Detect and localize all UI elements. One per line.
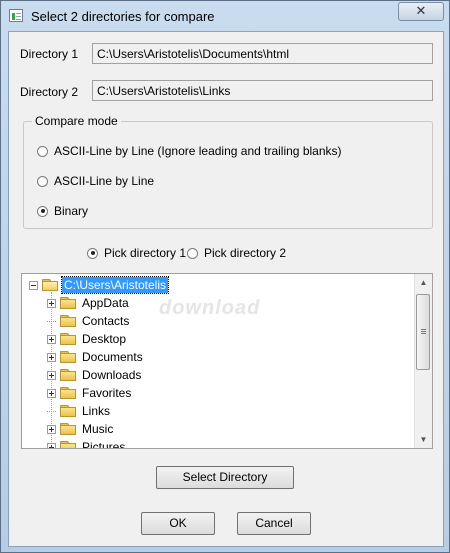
select-directory-button[interactable]: Select Directory <box>156 466 294 489</box>
title-bar[interactable]: Select 2 directories for compare ✕ <box>1 1 449 31</box>
tree-branch-line <box>47 317 56 326</box>
folder-icon <box>60 333 76 345</box>
expand-icon[interactable] <box>47 298 56 308</box>
expand-icon[interactable] <box>47 424 56 434</box>
tree-item-music[interactable]: Music <box>47 420 115 438</box>
tree-item-pictures[interactable]: Pictures <box>47 438 127 448</box>
radio-pick-directory-2[interactable]: Pick directory 2 <box>187 246 286 260</box>
radio-indicator <box>37 145 48 157</box>
folder-icon <box>60 405 76 417</box>
radio-pick-directory-1[interactable]: Pick directory 1 <box>87 246 186 260</box>
tree-item-label[interactable]: Desktop <box>80 331 128 347</box>
expand-icon[interactable] <box>47 334 56 344</box>
watermark: download <box>159 297 261 319</box>
ok-button[interactable]: OK <box>141 512 215 535</box>
compare-mode-group: Compare mode ASCII-Line by Line (Ignore … <box>23 114 433 229</box>
tree-item-documents[interactable]: Documents <box>47 348 145 366</box>
tree-item-label[interactable]: Favorites <box>80 385 133 401</box>
tree-item-favorites[interactable]: Favorites <box>47 384 133 402</box>
radio-label: Pick directory 1 <box>104 246 187 260</box>
folder-icon <box>60 369 76 381</box>
tree-root-label[interactable]: C:\Users\Aristotelis <box>60 276 170 294</box>
radio-ascii-ignore-blanks[interactable]: ASCII-Line by Line (Ignore leading and t… <box>37 144 342 158</box>
tree-item-label[interactable]: Documents <box>80 349 145 365</box>
tree-item-label[interactable]: Music <box>80 421 115 437</box>
radio-indicator <box>37 175 48 187</box>
radio-indicator <box>37 205 48 217</box>
folder-icon <box>60 423 76 435</box>
tree-item-desktop[interactable]: Desktop <box>47 330 128 348</box>
tree-item-label[interactable]: AppData <box>80 295 131 311</box>
radio-label: ASCII-Line by Line (Ignore leading and t… <box>54 144 342 158</box>
scroll-down-arrow-icon[interactable]: ▼ <box>415 431 432 448</box>
radio-indicator <box>187 247 198 259</box>
folder-icon <box>60 297 76 309</box>
app-icon <box>9 9 23 22</box>
tree-item-links[interactable]: Links <box>47 402 112 420</box>
dialog-client: Directory 1 C:\Users\Aristotelis\Documen… <box>8 31 444 547</box>
tree-branch-line <box>47 407 56 416</box>
expand-icon[interactable] <box>47 352 56 362</box>
compare-mode-title: Compare mode <box>32 114 121 128</box>
expand-icon[interactable] <box>47 388 56 398</box>
tree-item-appdata[interactable]: AppData <box>47 294 131 312</box>
tree-item-label[interactable]: Pictures <box>80 439 127 448</box>
collapse-icon[interactable] <box>29 280 38 290</box>
tree-item-label[interactable]: Contacts <box>80 313 131 329</box>
radio-label: Pick directory 2 <box>204 246 287 260</box>
folder-open-icon <box>42 279 58 291</box>
folder-icon <box>60 315 76 327</box>
window-title: Select 2 directories for compare <box>31 9 215 24</box>
folder-icon <box>60 441 76 448</box>
folder-icon <box>60 387 76 399</box>
directory1-label: Directory 1 <box>20 47 79 61</box>
scroll-thumb[interactable] <box>416 294 430 370</box>
directory1-field[interactable]: C:\Users\Aristotelis\Documents\html <box>92 43 433 64</box>
directory2-label: Directory 2 <box>20 85 79 99</box>
radio-ascii-line[interactable]: ASCII-Line by Line <box>37 174 154 188</box>
close-button[interactable]: ✕ <box>398 2 444 21</box>
radio-indicator <box>87 247 98 259</box>
radio-binary[interactable]: Binary <box>37 204 88 218</box>
expand-icon[interactable] <box>47 370 56 380</box>
tree-item-downloads[interactable]: Downloads <box>47 366 143 384</box>
directory2-field[interactable]: C:\Users\Aristotelis\Links <box>92 80 433 101</box>
folder-icon <box>60 351 76 363</box>
tree-item-label[interactable]: Downloads <box>80 367 143 383</box>
radio-label: ASCII-Line by Line <box>54 174 155 188</box>
tree-scrollbar[interactable]: ▲ ▼ <box>414 274 432 448</box>
tree-root-row[interactable]: C:\Users\Aristotelis <box>29 276 170 294</box>
radio-label: Binary <box>54 204 89 218</box>
scroll-up-arrow-icon[interactable]: ▲ <box>415 274 432 291</box>
expand-icon[interactable] <box>47 442 56 448</box>
dialog-window: Select 2 directories for compare ✕ Direc… <box>0 0 450 553</box>
tree-item-contacts[interactable]: Contacts <box>47 312 131 330</box>
cancel-button[interactable]: Cancel <box>237 512 311 535</box>
tree-item-label[interactable]: Links <box>80 403 112 419</box>
